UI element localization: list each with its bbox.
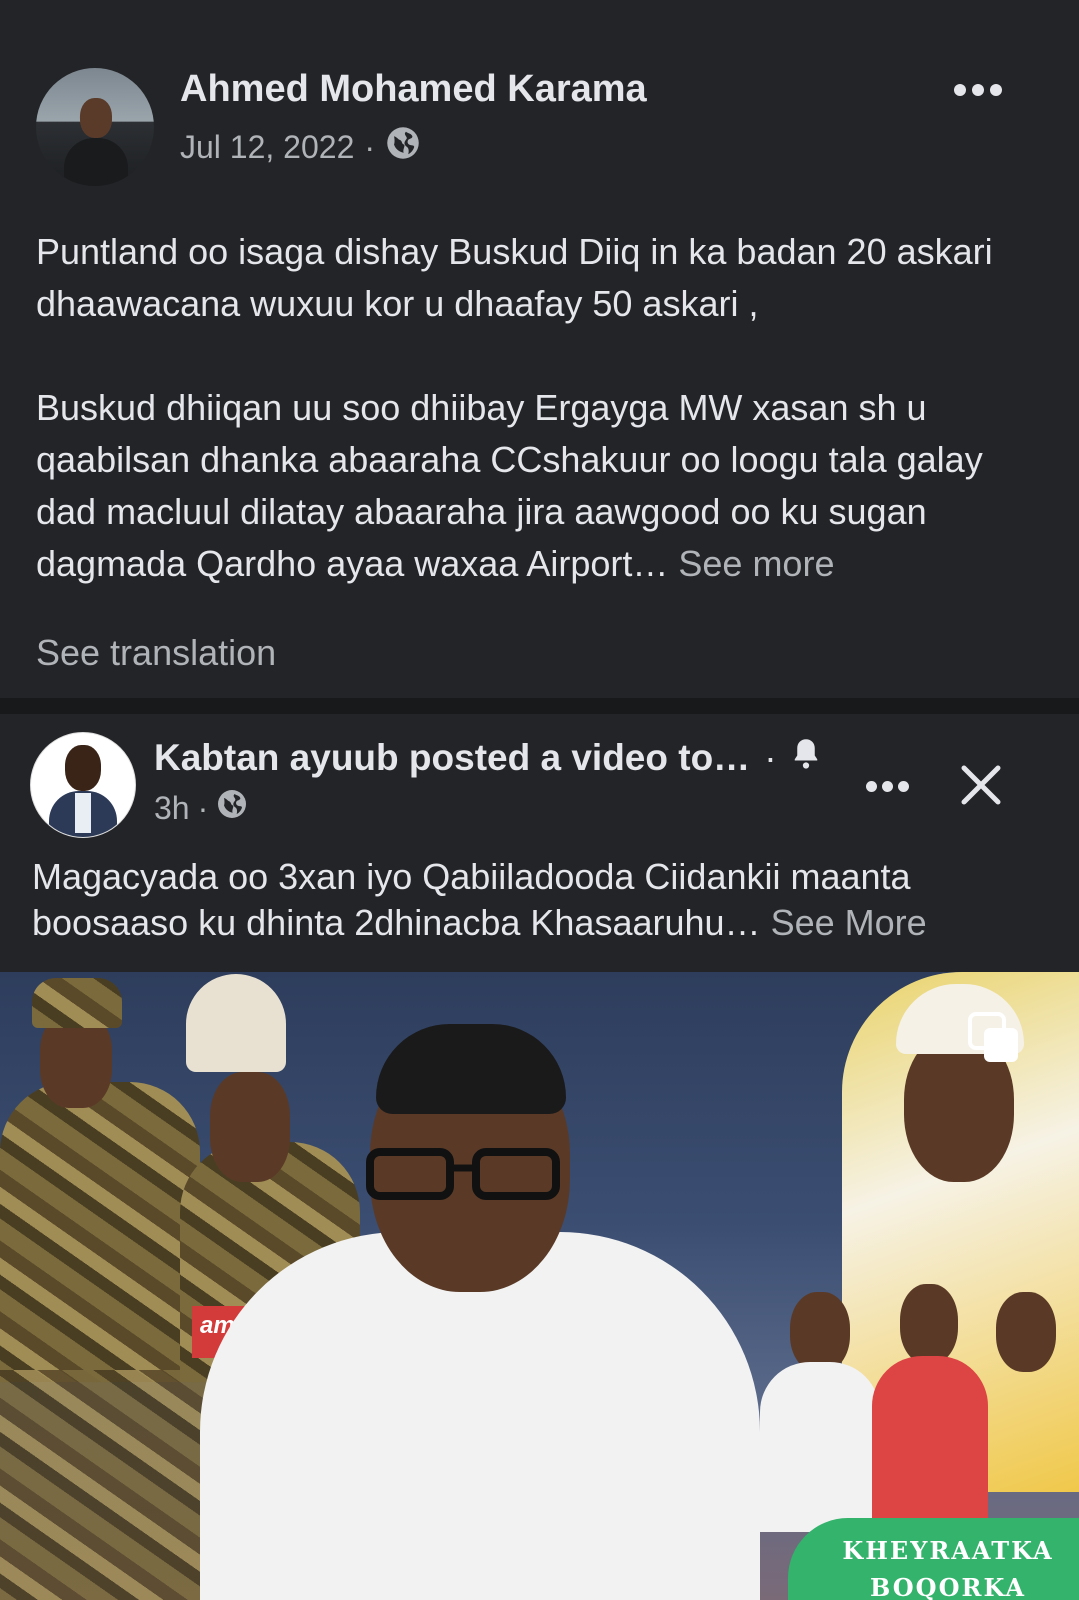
thumbnail-figure: [790, 1292, 850, 1372]
thumbnail-figure: [32, 978, 122, 1028]
meta-separator: ·: [364, 128, 376, 165]
badge-line: BOQORKA: [870, 1573, 1026, 1600]
post-time[interactable]: 3h: [154, 790, 190, 827]
globe-icon: [385, 125, 421, 169]
thumbnail-figure: [0, 1082, 200, 1382]
thumbnail-figure: [186, 974, 286, 1072]
video-thumbnail[interactable]: amud Div KHEYRAATKA BOQORKA: [0, 972, 1079, 1600]
more-options-button[interactable]: [954, 78, 1006, 102]
see-more-link[interactable]: See More: [771, 902, 927, 943]
see-translation-link[interactable]: See translation: [36, 632, 276, 674]
thumbnail-figure: [210, 1072, 290, 1182]
post-meta: Jul 12, 2022 ·: [180, 125, 421, 169]
thumbnail-figure: [872, 1356, 988, 1526]
post-card: Kabtan ayuub posted a video to… · 3h · M…: [0, 714, 1079, 1600]
multiple-media-icon: [968, 1012, 1020, 1064]
post-text: Magacyada oo 3xan iyo Qabiiladooda Ciida…: [32, 854, 1052, 946]
thumbnail-figure: [900, 1284, 958, 1364]
close-icon[interactable]: [958, 762, 1004, 808]
see-more-link[interactable]: See more: [678, 543, 834, 584]
glasses-icon: [364, 1144, 564, 1204]
post-paragraph: Puntland oo isaga dishay Buskud Diiq in …: [36, 231, 993, 324]
badge-line: KHEYRAATKA: [842, 1536, 1054, 1565]
thumbnail-figure: [996, 1292, 1056, 1372]
post-header-title: Kabtan ayuub posted a video to… ·: [154, 736, 821, 779]
post-paragraph: Buskud dhiiqan uu soo dhiibay Ergayga MW…: [36, 382, 1046, 590]
thumbnail-figure: [376, 1024, 566, 1114]
author-name[interactable]: Kabtan ayuub posted a video to…: [154, 737, 750, 779]
post-meta: 3h ·: [154, 788, 248, 828]
post-text: Puntland oo isaga dishay Buskud Diiq in …: [36, 226, 1046, 590]
thumbnail-badge: KHEYRAATKA BOQORKA: [788, 1518, 1079, 1600]
title-separator: ·: [764, 736, 777, 778]
post-paragraph-text: Buskud dhiiqan uu soo dhiibay Ergayga MW…: [36, 387, 983, 584]
author-avatar[interactable]: [36, 68, 154, 186]
more-options-button[interactable]: [866, 776, 914, 796]
post-card: Ahmed Mohamed Karama Jul 12, 2022 · Punt…: [0, 0, 1079, 698]
bell-icon[interactable]: [791, 736, 821, 779]
meta-separator: ·: [197, 789, 209, 826]
author-name[interactable]: Ahmed Mohamed Karama: [180, 68, 647, 111]
author-avatar[interactable]: [30, 732, 136, 838]
feed-divider: [0, 698, 1079, 714]
globe-icon: [216, 788, 248, 828]
thumbnail-figure: [760, 1362, 880, 1532]
post-date[interactable]: Jul 12, 2022: [180, 129, 354, 166]
